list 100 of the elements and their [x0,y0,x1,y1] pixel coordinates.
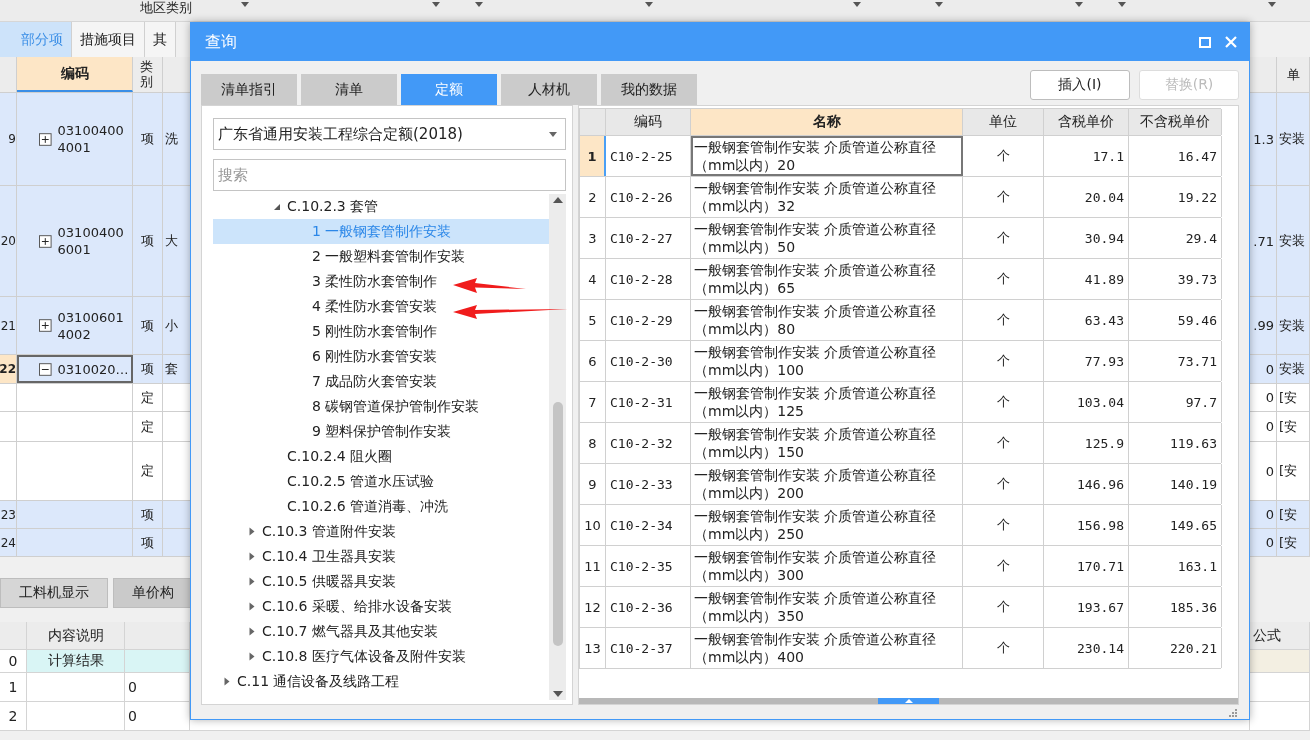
column-header[interactable]: 不含税单价 [1129,109,1222,135]
table-cell: 63.43 [1044,300,1129,340]
table-cell: 个 [963,300,1044,340]
tree-item[interactable]: 5 刚性防水套管制作 [213,319,549,344]
tree-item[interactable]: 9 塑料保护管制作安装 [213,419,549,444]
tree-item[interactable]: 4 柔性防水套管安装 [213,294,549,319]
table-cell: 定 [133,412,163,441]
column-header[interactable]: 含税单价 [1044,109,1129,135]
collapse-icon[interactable] [39,362,52,376]
dropdown-caret-icon[interactable] [853,2,861,7]
dropdown-caret-icon[interactable] [475,2,483,7]
library-select[interactable]: 广东省通用安装工程综合定额(2018) [213,118,566,150]
table-cell: 个 [963,136,1044,176]
column-header: 编码 [17,57,133,92]
table-cell: 149.65 [1129,505,1222,545]
tree-item[interactable]: C.10.2.5 管道水压试验 [213,469,549,494]
table-row[interactable]: 13 C10-2-37 一般钢套管制作安装 介质管道公称直径（mm以内）400 个 230.14 220.21 [579,628,1221,669]
table-cell: 17.1 [1044,136,1129,176]
table-cell: 230.14 [1044,628,1129,668]
table-cell: [安 [1277,384,1310,411]
table-row[interactable]: 6 C10-2-30 一般钢套管制作安装 介质管道公称直径（mm以内）100 个 77.93 73.71 [579,341,1221,382]
table-cell: 41.89 [1044,259,1129,299]
tree-item[interactable]: C.10.2.4 阻火圈 [213,444,549,469]
collapse-icon[interactable] [273,202,281,211]
table-row[interactable]: 1 C10-2-25 一般钢套管制作安装 介质管道公称直径（mm以内）20 个 17.1 16.47 [579,136,1221,177]
tree-item[interactable]: C.10.2.3 套管 [213,194,549,219]
expand-icon[interactable] [39,132,52,146]
expand-icon[interactable] [39,234,52,248]
table-cell: 个 [963,464,1044,504]
scrollbar-track[interactable] [549,194,566,700]
table-cell: C10-2-30 [606,341,691,381]
table-cell: C10-2-29 [606,300,691,340]
tab[interactable]: 清单 [301,74,397,105]
scroll-up-icon[interactable] [552,197,563,203]
table-cell: 163.1 [1129,546,1222,586]
table-row[interactable]: 11 C10-2-35 一般钢套管制作安装 介质管道公称直径（mm以内）300 个 170.71 163.1 [579,546,1221,587]
table-cell: 193.67 [1044,587,1129,627]
row-number: 22 [0,355,17,383]
scrollbar-thumb[interactable] [553,402,563,646]
dropdown-caret-icon[interactable] [1118,2,1126,7]
table-cell: 103.04 [1044,382,1129,422]
table-cell: C10-2-27 [606,218,691,258]
resize-grip-icon[interactable] [1228,708,1237,717]
tab[interactable]: 其 [145,22,176,57]
tree-item[interactable]: 3 柔性防水套管制作 [213,269,549,294]
tree-item[interactable]: C.10.7 燃气器具及其他安装 [213,619,549,644]
scroll-down-icon[interactable] [552,691,563,697]
column-header[interactable]: 单位 [963,109,1044,135]
table-cell: 97.7 [1129,382,1222,422]
dropdown-caret-icon[interactable] [241,2,249,7]
table-row[interactable]: 9 C10-2-33 一般钢套管制作安装 介质管道公称直径（mm以内）200 个 146.96 140.19 [579,464,1221,505]
tree-item[interactable]: C.10.5 供暖器具安装 [213,569,549,594]
row-number: 9 [0,93,17,185]
dropdown-caret-icon[interactable] [432,2,440,7]
table-cell: 19.22 [1129,177,1222,217]
tab[interactable]: 人材机 [501,74,597,105]
column-header[interactable]: 名称 [691,109,963,135]
tree-item[interactable]: C.10.3 管道附件安装 [213,519,549,544]
tree-item[interactable]: C.10.8 医疗气体设备及附件安装 [213,644,549,669]
close-icon[interactable] [1225,36,1237,48]
table-row[interactable]: 10 C10-2-34 一般钢套管制作安装 介质管道公称直径（mm以内）250 个 156.98 149.65 [579,505,1221,546]
table-cell: 个 [963,259,1044,299]
table-row[interactable]: 2 C10-2-26 一般钢套管制作安装 介质管道公称直径（mm以内）32 个 20.04 19.22 [579,177,1221,218]
row-number: 2 [0,702,27,730]
tree-item[interactable]: 8 碳钢管道保护管制作安装 [213,394,549,419]
column-header: 内容说明 [27,622,125,649]
dropdown-caret-icon[interactable] [1075,2,1083,7]
dropdown-caret-icon[interactable] [1268,2,1276,7]
table-row[interactable]: 7 C10-2-31 一般钢套管制作安装 介质管道公称直径（mm以内）125 个 103.04 97.7 [579,382,1221,423]
table-cell: C10-2-33 [606,464,691,504]
tree-item[interactable]: C.10.2.6 管道消毒、冲洗 [213,494,549,519]
splitter-handle[interactable] [878,698,939,704]
table-cell: [安 [1277,529,1310,556]
tab[interactable]: 工料机显示 [0,578,108,608]
item-code: 031006014002 [57,308,125,343]
table-cell: [安 [1277,442,1310,500]
tree-item[interactable]: C.10.4 卫生器具安装 [213,544,549,569]
table-row[interactable]: 12 C10-2-36 一般钢套管制作安装 介质管道公称直径（mm以内）350 个 193.67 185.36 [579,587,1221,628]
tab[interactable]: 措施项目 [72,22,145,57]
search-field[interactable]: 搜索 [213,159,566,191]
tree-item[interactable]: C.10.6 采暖、给排水设备安装 [213,594,549,619]
tree-item[interactable]: 2 一般塑料套管制作安装 [213,244,549,269]
expand-icon[interactable] [39,319,52,332]
field-label: 地区类别 [140,0,192,15]
maximize-icon[interactable] [1199,36,1211,48]
table-cell: 个 [963,341,1044,381]
table-row[interactable]: 4 C10-2-28 一般钢套管制作安装 介质管道公称直径（mm以内）65 个 41.89 39.73 [579,259,1221,300]
action-button[interactable]: 插入(I) [1030,70,1130,100]
table-cell: 项 [133,355,163,383]
tab[interactable]: 单价构 [113,578,193,608]
table-row[interactable]: 3 C10-2-27 一般钢套管制作安装 介质管道公称直径（mm以内）50 个 30.94 29.4 [579,218,1221,259]
table-cell: 一般钢套管制作安装 介质管道公称直径（mm以内）350 [691,587,963,627]
tab[interactable]: 清单指引 [201,74,297,105]
table-row[interactable]: 8 C10-2-32 一般钢套管制作安装 介质管道公称直径（mm以内）150 个 125.9 119.63 [579,423,1221,464]
tree-item[interactable]: C.11 通信设备及线路工程 [213,669,549,694]
column-header[interactable]: 编码 [606,109,691,135]
dropdown-caret-icon[interactable] [645,2,653,7]
table-row[interactable]: 5 C10-2-29 一般钢套管制作安装 介质管道公称直径（mm以内）80 个 63.43 59.46 [579,300,1221,341]
tab[interactable]: 我的数据 [601,74,697,105]
dropdown-caret-icon[interactable] [935,2,943,7]
